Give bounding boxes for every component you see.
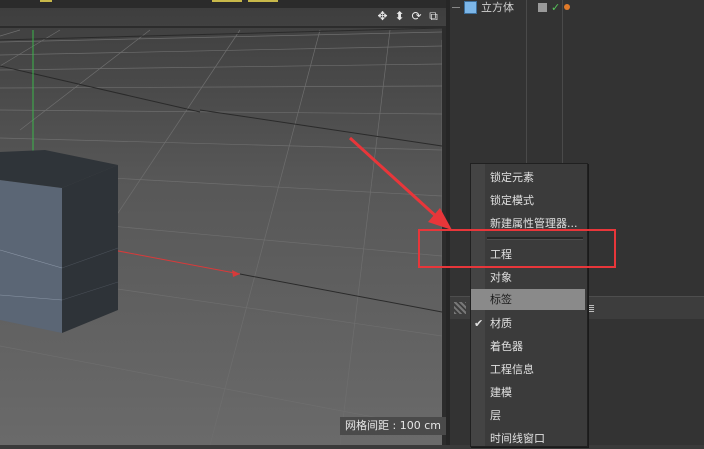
menu-item-lock-element[interactable]: 锁定元素 [471,167,585,188]
x-axis-arrowhead [232,270,240,277]
menu-item-project-info[interactable]: 工程信息 [471,359,585,380]
menu-item-shader[interactable]: 着色器 [471,336,585,357]
menu-item-timeline-window[interactable]: 时间线窗口 [471,428,585,449]
panel-divider[interactable] [446,0,450,445]
collapse-line-icon [452,6,460,8]
grid-spacing-label: 网格间距 : 100 cm [340,417,446,435]
viewport-top-strip [0,0,446,8]
material-tag-icon[interactable] [564,4,571,10]
enabled-check-icon[interactable]: ✓ [551,1,560,14]
menu-item-modeling[interactable]: 建模 [471,382,585,403]
maximize-view-icon[interactable]: ⧉ [427,10,440,23]
checkmark-icon: ✔ [474,317,484,330]
pan-view-icon[interactable]: ⬍ [393,10,406,23]
menu-item-lock-mode[interactable]: 锁定模式 [471,190,585,211]
object-row-cube[interactable]: 立方体 ✓ [452,0,571,15]
menu-item-layer[interactable]: 层 [471,405,585,426]
menu-item-object[interactable]: 对象 [471,267,585,288]
grip-icon[interactable] [454,302,466,314]
viewport-nav-icons: ✥ ⬍ ⟳ ⧉ [376,10,440,23]
rotate-view-icon[interactable]: ⟳ [410,10,423,23]
cube-side-face [62,165,118,333]
object-name[interactable]: 立方体 [481,0,514,15]
annotation-highlight-box [418,229,616,268]
move-view-icon[interactable]: ✥ [376,10,389,23]
3d-viewport[interactable]: ✥ ⬍ ⟳ ⧉ 网格间距: 100 cm [0,0,446,445]
menu-item-tag[interactable]: 标签 [471,289,585,310]
perspective-grid [0,28,442,445]
layer-tag-icon[interactable] [538,2,547,12]
cube-icon [464,0,477,14]
menu-item-material[interactable]: ✔ 材质 [471,313,585,334]
panel-context-menu: 锁定元素 锁定模式 新建属性管理器... 工程 对象 标签 ✔ 材质 着色器 工… [470,163,588,447]
cube-front-face [0,180,62,333]
